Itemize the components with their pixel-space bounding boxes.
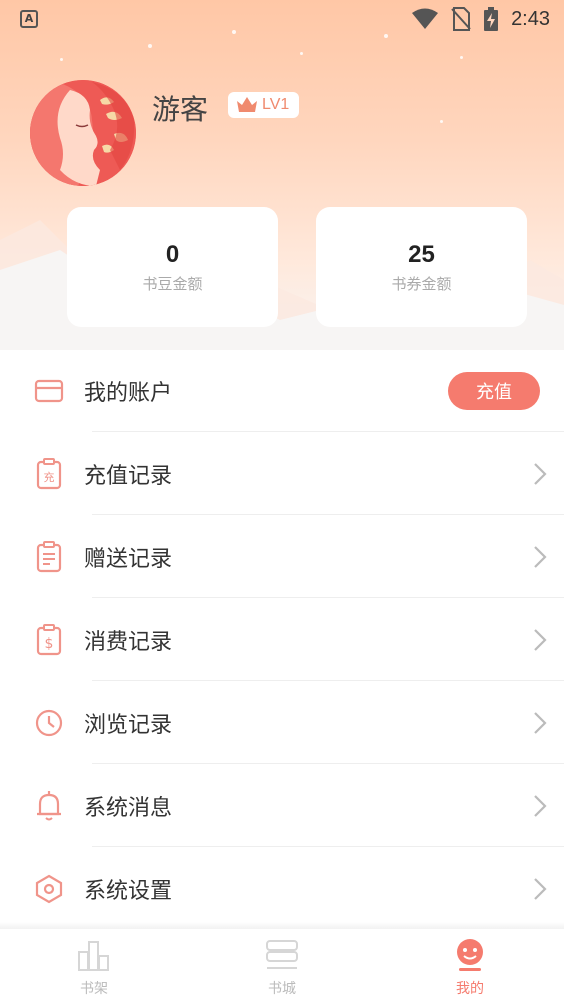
profile-icon [452,937,488,973]
menu-label: 我的账户 [84,380,173,406]
svg-text:充: 充 [44,470,55,484]
chevron-right-icon [534,628,547,651]
clock-icon [34,708,64,738]
wifi-icon [412,8,439,29]
settings-hexagon-icon [34,874,64,904]
chevron-right-icon [534,462,547,485]
level-badge: LV1 [228,92,300,118]
chevron-right-icon [534,545,547,568]
menu-item-browse-record[interactable]: 浏览记录 [0,681,564,764]
chevron-right-icon [534,877,547,900]
bookstore-icon [264,937,300,973]
menu-list: 我的账户 充值 充 充值记录 赠送记录 $ 消费记录 浏览记录 系统消息 系统设… [0,349,564,930]
sparkle [148,44,152,48]
tab-mine[interactable]: 我的 [376,929,564,1002]
bottom-tab-bar: 书架 书城 我的 [0,929,564,1002]
avatar[interactable] [30,80,136,186]
menu-item-spending-record[interactable]: $ 消费记录 [0,598,564,681]
gift-record-icon [34,540,64,572]
sparkle [440,120,443,123]
menu-label: 充值记录 [84,463,173,489]
username: 游客 [152,93,209,126]
tab-label: 我的 [456,981,484,997]
recharge-button[interactable]: 充值 [448,371,540,410]
spending-record-icon: $ [34,623,64,655]
menu-item-system-messages[interactable]: 系统消息 [0,764,564,847]
recharge-record-icon: 充 [34,457,64,489]
wallet-icon [34,376,64,406]
tab-label: 书架 [80,981,108,997]
menu-label: 消费记录 [84,629,173,655]
battery-charging-icon [484,7,499,31]
chevron-right-icon [534,794,547,817]
menu-item-system-settings[interactable]: 系统设置 [0,847,564,930]
book-vouchers-value: 25 [408,240,435,268]
book-beans-card[interactable]: 0 书豆金额 [67,207,278,327]
no-sim-icon [451,7,471,31]
svg-text:$: $ [45,636,54,652]
status-time: 2:43 [511,7,550,30]
menu-label: 系统设置 [84,878,173,904]
bookshelf-icon [76,937,112,973]
crown-icon [237,97,257,112]
menu-label: 系统消息 [84,795,173,821]
tab-label: 书城 [268,981,296,997]
sparkle [60,58,63,61]
avatar-illustration [30,80,136,186]
book-vouchers-label: 书券金额 [391,274,452,293]
menu-label: 赠送记录 [84,546,173,572]
level-text: LV1 [262,96,290,113]
menu-item-gift-record[interactable]: 赠送记录 [0,515,564,598]
tab-bookshelf[interactable]: 书架 [0,929,188,1002]
tab-bookstore[interactable]: 书城 [188,929,376,1002]
book-vouchers-card[interactable]: 25 书券金额 [316,207,527,327]
book-beans-value: 0 [165,240,180,268]
sparkle [460,56,463,59]
bell-icon [34,790,64,821]
chevron-right-icon [534,711,547,734]
app-notification-icon: A [20,10,38,28]
menu-item-recharge-record[interactable]: 充 充值记录 [0,432,564,515]
book-beans-label: 书豆金额 [142,274,203,293]
status-bar: A 2:43 [0,0,564,38]
menu-item-my-account[interactable]: 我的账户 充值 [0,349,564,432]
sparkle [300,52,303,55]
menu-label: 浏览记录 [84,712,173,738]
